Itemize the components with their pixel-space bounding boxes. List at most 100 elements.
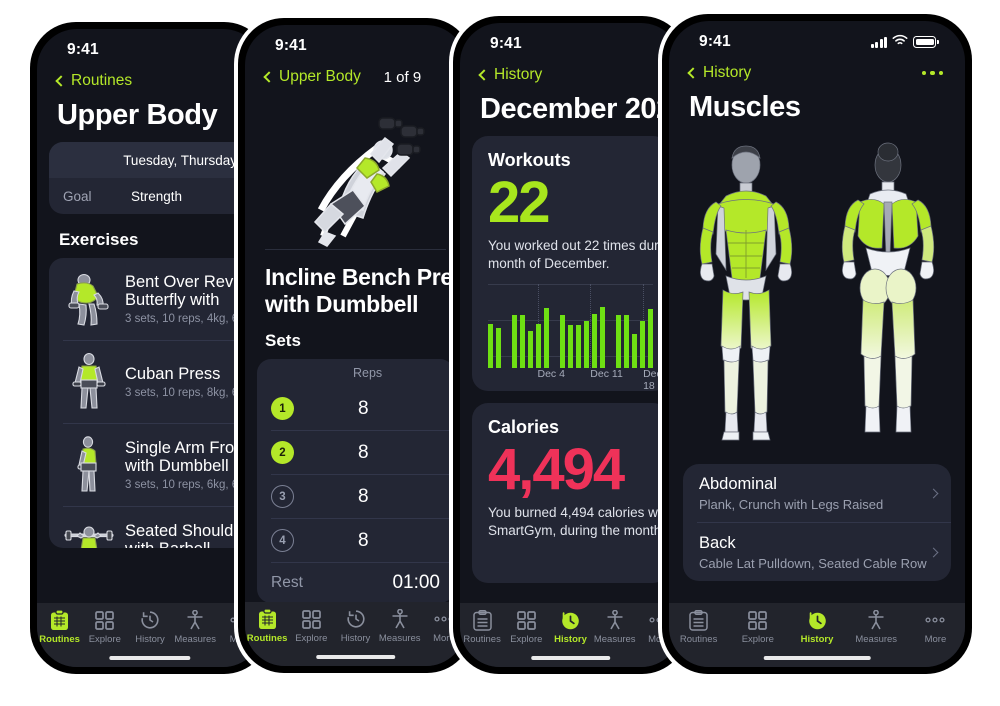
body-icon [186,609,204,631]
incline-bench-press-icon [313,116,425,247]
calories-value: 4,494 [488,437,625,502]
list-item[interactable]: Cuban Press 3 sets, 10 reps, 8kg, 6 [49,341,251,423]
chart-bar [639,320,646,369]
tab-measures[interactable]: Measures [847,609,906,645]
exercise-name-line1: Bent Over Rev [125,272,234,291]
set-reps-value[interactable]: 8 [358,486,369,508]
list-item[interactable]: Abdominal Plank, Crunch with Legs Raised [683,464,951,522]
table-row[interactable]: 2 8 [257,431,454,474]
phone-muscles: 9:41 History Muscles Abdominal Plank, Cr… [662,14,972,674]
clock-icon [140,609,160,631]
tab-routines[interactable]: Routines [37,609,82,645]
set-index-badge[interactable]: 4 [271,529,294,553]
set-index-badge[interactable]: 1 [271,397,294,421]
tab-history[interactable]: History [333,608,377,644]
muscle-name: Abdominal [699,475,777,493]
exercise-text: Cuban Press 3 sets, 10 reps, 8kg, 6 [125,365,238,399]
table-row[interactable]: 1 8 [257,387,454,430]
chart-bar [567,325,574,369]
rest-row[interactable]: Rest 01:00 [257,563,454,603]
back-button-upper-body[interactable]: Upper Body [263,68,361,86]
exercise-title-line2: with Dumbbell [265,290,419,317]
tab-explore[interactable]: Explore [289,608,333,644]
tab-label: Explore [88,634,121,645]
tab-measures[interactable]: Measures [173,609,218,645]
back-button-history[interactable]: History [478,66,542,84]
tab-history[interactable]: History [548,609,592,645]
page-title: Muscles [689,91,801,123]
table-row[interactable]: 4 8 [257,519,454,562]
list-item[interactable]: Bent Over Rev Butterfly with 3 sets, 10 … [49,258,251,340]
set-reps-value[interactable]: 8 [358,442,369,464]
tab-explore[interactable]: Explore [82,609,127,645]
tab-measures[interactable]: Measures [378,608,422,644]
tab-history[interactable]: History [127,609,172,645]
page-title: Upper Body [57,99,218,131]
exercise-list: Bent Over Rev Butterfly with 3 sets, 10 … [49,258,251,548]
tab-more[interactable]: More [906,609,965,645]
muscle-exercises: Cable Lat Pulldown, Seated Cable Row [699,556,927,571]
tab-explore[interactable]: Explore [728,609,787,645]
set-index-badge[interactable]: 3 [271,485,294,509]
workouts-stat-card[interactable]: Workouts 22 You worked out 22 times dur … [472,136,669,391]
calories-stat-card[interactable]: Calories 4,494 You burned 4,494 calories… [472,403,669,583]
tab-label: Explore [510,634,543,645]
chevron-left-icon [55,75,67,87]
x-tick-label: Dec 18 [643,368,662,391]
exercise-meta: 3 sets, 10 reps, 6kg, 6 [125,479,239,492]
set-reps-value[interactable]: 8 [358,398,369,420]
muscle-body-diagrams [669,134,965,464]
tab-label: Measures [855,634,898,645]
home-indicator [109,655,191,660]
sets-section-title: Sets [265,331,301,351]
routine-days-row[interactable]: Tuesday, Thursday [49,142,251,178]
status-time: 9:41 [275,37,307,54]
tab-history[interactable]: History [787,609,846,645]
exercise-thumbnail-icon [72,352,106,409]
list-item[interactable]: Seated Should with Barbell 3 sets, 10 re… [49,507,251,548]
clock-icon [807,609,828,631]
gridline [488,284,653,286]
tab-measures[interactable]: Measures [593,609,637,645]
tab-routines[interactable]: Routines [460,609,504,645]
back-button-history[interactable]: History [687,64,751,82]
table-row[interactable]: 3 8 [257,475,454,518]
phone-month-summary: 9:41 History December 2022 Workouts 22 Y… [453,16,688,674]
chart-bar [623,315,630,369]
exercise-name-line2: Butterfly with [125,291,220,309]
tab-label: More [433,633,455,644]
grid-icon [301,608,321,630]
tab-routines[interactable]: Routines [669,609,728,645]
set-reps-value[interactable]: 8 [358,530,369,552]
chart-bar [575,325,582,369]
home-indicator [530,655,611,660]
muscle-group-list: Abdominal Plank, Crunch with Legs Raised… [683,464,951,581]
chart-bar [631,333,638,369]
list-item[interactable]: Back Cable Lat Pulldown, Seated Cable Ro… [683,523,951,581]
chart-bar [647,309,654,369]
tab-routines[interactable]: Routines [245,608,289,644]
back-button-routines[interactable]: Routines [55,72,132,90]
routine-goal-row[interactable]: Goal Strength [49,178,251,214]
more-dots-icon [925,609,945,631]
tab-explore[interactable]: Explore [504,609,548,645]
tab-label: Measures [593,634,636,645]
chevron-left-icon [263,71,275,83]
wifi-icon [892,33,908,51]
chart-bar [591,313,598,369]
home-indicator [315,654,396,659]
dot [921,70,926,76]
tab-label: Explore [741,634,774,645]
status-bar-3: 9:41 [460,23,681,57]
set-index-badge[interactable]: 2 [271,441,294,465]
exercise-thumbnail-icon [64,526,114,548]
workouts-bar-chart: Dec 4 Dec 11 Dec 18 [488,284,662,391]
list-item[interactable]: Single Arm Fro with Dumbbell 3 sets, 10 … [49,424,251,506]
more-options-button[interactable] [921,70,943,76]
routine-info-card: Tuesday, Thursday Goal Strength [49,142,251,214]
screen-3: 9:41 History December 2022 Workouts 22 Y… [460,23,681,667]
exercise-thumbnail-icon [77,436,97,492]
status-indicators [870,33,939,51]
home-indicator [763,655,871,660]
screen-1: 9:41 Routines Upper Body Tuesday, Thursd… [37,29,263,667]
